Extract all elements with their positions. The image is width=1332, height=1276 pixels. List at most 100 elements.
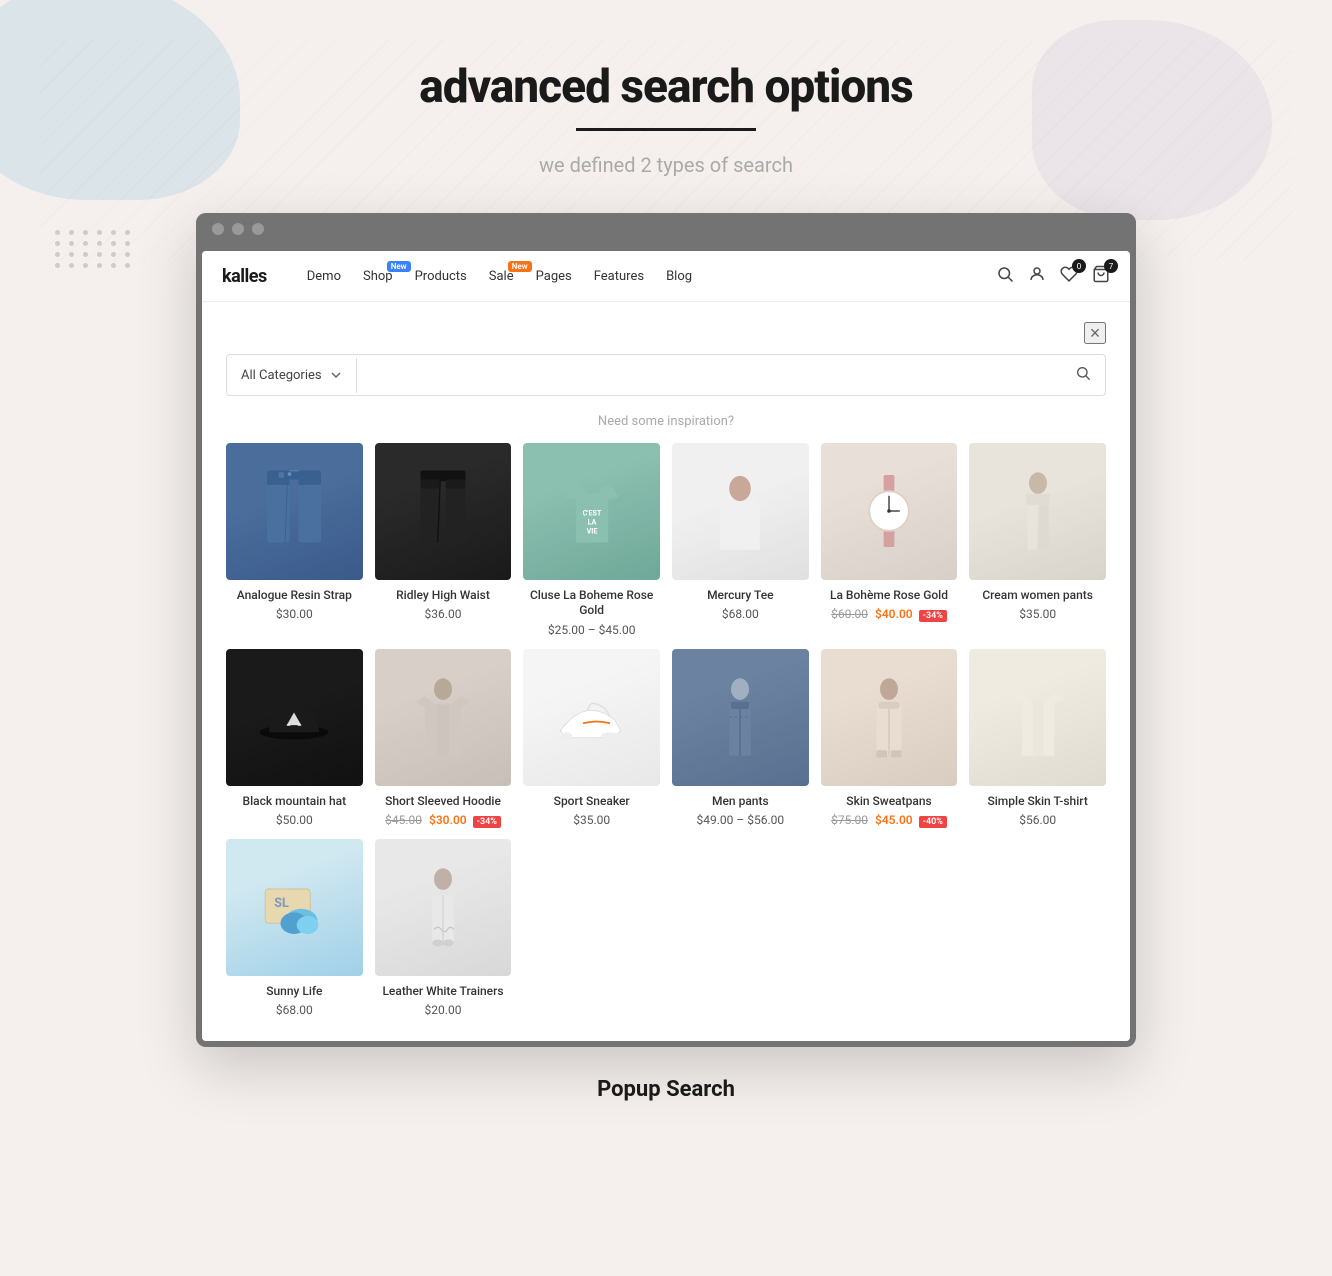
product-card-9[interactable]: Sport Sneaker $35.00: [523, 649, 660, 827]
product-price-10: $49.00 – $56.00: [697, 813, 785, 827]
nav-link-features[interactable]: Features: [594, 269, 644, 284]
product-name-6: Cream women pants: [982, 588, 1093, 604]
product-price-3: $25.00 – $45.00: [548, 623, 636, 637]
product-card-11[interactable]: Skin Sweatpans $75.00 $45.00 -40%: [821, 649, 958, 827]
product-name-14: Leather White Trainers: [382, 984, 503, 1000]
product-price-7: $50.00: [276, 813, 313, 827]
old-price-5: $60.00: [831, 607, 868, 621]
product-image-7: [226, 649, 363, 786]
product-price-4: $68.00: [722, 607, 759, 621]
search-bar: All Categories: [226, 354, 1106, 396]
wishlist-count: 0: [1072, 259, 1086, 273]
new-price-8: $30.00: [429, 813, 467, 827]
product-card-3[interactable]: C'EST LA VIE Cluse La Boheme Rose Gold $…: [523, 443, 660, 637]
product-image-5: [821, 443, 958, 580]
new-price-11: $45.00: [875, 813, 913, 827]
sale-badge: New: [508, 261, 532, 272]
cart-count: 7: [1104, 259, 1118, 273]
wishlist-icon-button[interactable]: 0: [1060, 265, 1078, 287]
title-divider: [576, 128, 756, 131]
product-price-8: $45.00 $30.00 -34%: [385, 813, 501, 827]
shop-badge: New: [387, 261, 411, 272]
product-image-3: C'EST LA VIE: [523, 443, 660, 580]
product-price-12: $56.00: [1019, 813, 1056, 827]
popup-search-label: Popup Search: [597, 1077, 735, 1102]
store-logo[interactable]: kalles: [222, 266, 267, 287]
product-card-10[interactable]: Men pants $49.00 – $56.00: [672, 649, 809, 827]
product-card-14[interactable]: Leather White Trainers $20.00: [375, 839, 512, 1017]
product-card-13[interactable]: SL Sunny Life $68.00: [226, 839, 363, 1017]
product-image-2: [375, 443, 512, 580]
svg-text:SL: SL: [275, 896, 290, 911]
category-label: All Categories: [241, 368, 322, 383]
product-name-10: Men pants: [712, 794, 769, 810]
search-modal: × All Categories Need some inspiration?: [202, 302, 1130, 1041]
product-price-6: $35.00: [1019, 607, 1056, 621]
browser-dot-green: [252, 223, 264, 235]
old-price-11: $75.00: [831, 813, 868, 827]
store-navbar: kalles Demo Shop New Products Sale New P…: [202, 251, 1130, 302]
product-name-13: Sunny Life: [266, 984, 322, 1000]
product-image-12: [969, 649, 1106, 786]
product-image-1: [226, 443, 363, 580]
search-submit-icon[interactable]: [1061, 355, 1105, 395]
user-icon-button[interactable]: [1028, 265, 1046, 287]
product-name-4: Mercury Tee: [707, 588, 774, 604]
product-price-2: $36.00: [425, 607, 462, 621]
product-image-8: [375, 649, 512, 786]
nav-links-group: Demo Shop New Products Sale New Pages Fe…: [307, 269, 996, 284]
product-price-1: $30.00: [276, 607, 313, 621]
product-card-5[interactable]: La Bohème Rose Gold $60.00 $40.00 -34%: [821, 443, 958, 637]
nav-link-products[interactable]: Products: [415, 269, 467, 284]
product-price-9: $35.00: [573, 813, 610, 827]
search-input[interactable]: [357, 357, 1061, 393]
product-image-13: SL: [226, 839, 363, 976]
product-card-6[interactable]: Cream women pants $35.00: [969, 443, 1106, 637]
nav-icons-group: 0 7: [996, 265, 1110, 287]
inspiration-text: Need some inspiration?: [226, 414, 1106, 429]
browser-dot-red: [212, 223, 224, 235]
product-name-7: Black mountain hat: [243, 794, 347, 810]
old-price-8: $45.00: [385, 813, 422, 827]
product-name-12: Simple Skin T-shirt: [987, 794, 1087, 810]
product-card-4[interactable]: Mercury Tee $68.00: [672, 443, 809, 637]
category-dropdown[interactable]: All Categories: [227, 358, 357, 393]
product-name-8: Short Sleeved Hoodie: [385, 794, 501, 810]
nav-link-sale[interactable]: Sale New: [489, 269, 514, 284]
chevron-down-icon: [330, 369, 342, 381]
product-price-11: $75.00 $45.00 -40%: [831, 813, 947, 827]
product-price-13: $68.00: [276, 1003, 313, 1017]
product-name-11: Skin Sweatpans: [846, 794, 931, 810]
svg-text:C'EST: C'EST: [582, 509, 601, 518]
svg-text:VIE: VIE: [586, 527, 597, 536]
cart-icon-button[interactable]: 7: [1092, 265, 1110, 287]
discount-badge-5: -34%: [919, 610, 947, 622]
nav-link-demo[interactable]: Demo: [307, 269, 341, 284]
modal-close-bar: ×: [226, 322, 1106, 344]
nav-link-pages[interactable]: Pages: [536, 269, 572, 284]
page-subtitle: we defined 2 types of search: [539, 153, 793, 177]
close-button[interactable]: ×: [1084, 322, 1106, 344]
product-card-1[interactable]: Analogue Resin Strap $30.00: [226, 443, 363, 637]
discount-badge-8: -34%: [473, 816, 501, 828]
product-name-3: Cluse La Boheme Rose Gold: [523, 588, 660, 619]
product-card-7[interactable]: Black mountain hat $50.00: [226, 649, 363, 827]
new-price-5: $40.00: [875, 607, 913, 621]
product-card-12[interactable]: Simple Skin T-shirt $56.00: [969, 649, 1106, 827]
page-title: advanced search options: [419, 60, 913, 114]
discount-badge-11: -40%: [919, 816, 947, 828]
product-name-9: Sport Sneaker: [554, 794, 630, 810]
browser-mockup: kalles Demo Shop New Products Sale New P…: [196, 213, 1136, 1047]
search-icon-button[interactable]: [996, 265, 1014, 287]
nav-link-shop[interactable]: Shop New: [363, 269, 393, 284]
product-price-14: $20.00: [425, 1003, 462, 1017]
product-card-8[interactable]: Short Sleeved Hoodie $45.00 $30.00 -34%: [375, 649, 512, 827]
product-name-1: Analogue Resin Strap: [237, 588, 352, 604]
product-image-10: [672, 649, 809, 786]
product-image-11: [821, 649, 958, 786]
nav-link-blog[interactable]: Blog: [666, 269, 692, 284]
product-grid: Analogue Resin Strap $30.00: [226, 443, 1106, 1017]
product-card-2[interactable]: Ridley High Waist $36.00: [375, 443, 512, 637]
browser-dot-yellow: [232, 223, 244, 235]
product-image-6: [969, 443, 1106, 580]
